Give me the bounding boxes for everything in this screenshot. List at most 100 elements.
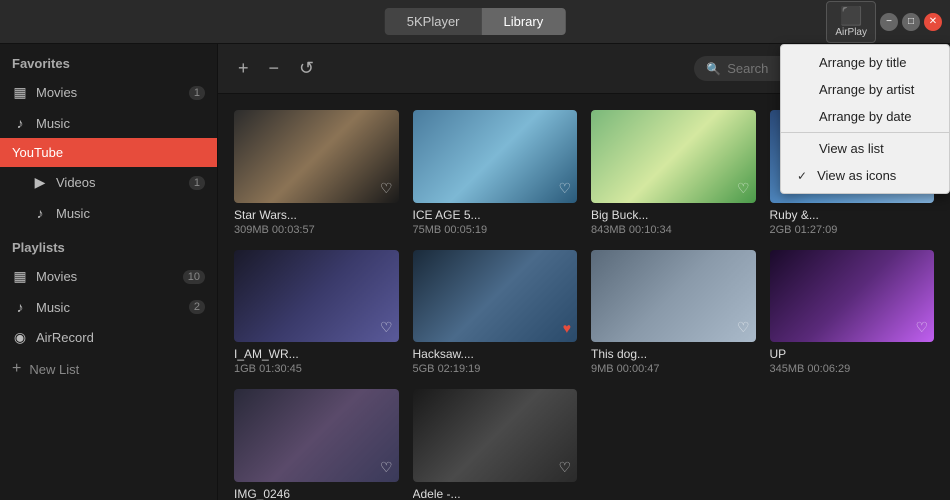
media-card-starwars[interactable]: ♡ Star Wars... 309MB 00:03:57: [234, 110, 399, 236]
plus-icon: +: [12, 360, 21, 378]
media-meta: 9MB 00:00:47: [591, 363, 756, 375]
dropdown-item-arrange-date[interactable]: Arrange by date: [781, 103, 949, 130]
media-thumb: ♡: [234, 110, 399, 203]
media-thumb: ♡: [770, 250, 935, 343]
media-title: I_AM_WR...: [234, 347, 399, 361]
media-thumb: ♡: [591, 110, 756, 203]
sidebar-item-label: Movies: [36, 85, 181, 100]
sidebar-item-label: YouTube: [12, 145, 205, 160]
sidebar-item-youtube[interactable]: YouTube: [0, 138, 217, 167]
media-meta: 75MB 00:05:19: [413, 224, 578, 236]
heart-button[interactable]: ♡: [558, 180, 571, 197]
movies-pl-icon: ▦: [12, 268, 28, 285]
dropdown-item-view-icons[interactable]: View as icons: [781, 162, 949, 189]
videos-count: 1: [189, 176, 205, 190]
media-thumb: ♡: [234, 389, 399, 482]
videos-icon: ▶: [32, 174, 48, 191]
dropdown-item-view-list[interactable]: View as list: [781, 135, 949, 162]
dropdown-divider: [781, 132, 949, 133]
sidebar-item-label: Music: [36, 116, 205, 131]
media-title: IMG_0246: [234, 487, 399, 500]
media-card-transgate[interactable]: ♡ I_AM_WR... 1GB 01:30:45: [234, 250, 399, 376]
remove-button[interactable]: −: [265, 54, 284, 83]
titlebar-tabs: 5KPlayer Library: [385, 8, 566, 35]
sidebar: Favorites ▦ Movies 1 ♪ Music YouTube ▶ V…: [0, 44, 218, 500]
sidebar-item-movies-fav[interactable]: ▦ Movies 1: [0, 77, 217, 108]
heart-button[interactable]: ♥: [563, 320, 571, 336]
media-meta: 309MB 00:03:57: [234, 224, 399, 236]
heart-button[interactable]: ♡: [380, 180, 393, 197]
sidebar-item-label: Videos: [56, 175, 181, 190]
tab-library[interactable]: Library: [482, 8, 566, 35]
titlebar: 5KPlayer Library ⬛ AirPlay − □ ✕: [0, 0, 950, 44]
new-list-button[interactable]: + New List: [0, 353, 217, 385]
sidebar-item-label: Music: [56, 206, 205, 221]
media-meta: 843MB 00:10:34: [591, 224, 756, 236]
music-yt-icon: ♪: [32, 205, 48, 221]
sidebar-item-music-yt[interactable]: ♪ Music: [20, 198, 217, 228]
playlists-section-title: Playlists: [0, 228, 217, 261]
media-title: UP: [770, 347, 935, 361]
media-title: Hacksaw....: [413, 347, 578, 361]
music-pl-icon: ♪: [12, 299, 28, 315]
media-card-adele[interactable]: ♡ Adele -... 58MB 00:06:06: [413, 389, 578, 500]
movies-icon: ▦: [12, 84, 28, 101]
media-thumb: ♡: [413, 110, 578, 203]
dropdown-item-arrange-title[interactable]: Arrange by title: [781, 49, 949, 76]
media-thumb: ♥: [413, 250, 578, 343]
heart-button[interactable]: ♡: [380, 459, 393, 476]
media-title: Ruby &...: [770, 208, 935, 222]
search-icon: 🔍: [706, 62, 721, 76]
movies-pl-count: 10: [183, 270, 205, 284]
sidebar-item-movies-pl[interactable]: ▦ Movies 10: [0, 261, 217, 292]
dropdown-menu: Arrange by titleArrange by artistArrange…: [780, 44, 950, 194]
titlebar-controls: ⬛ AirPlay − □ ✕: [826, 1, 942, 43]
restore-button[interactable]: □: [902, 13, 920, 31]
sidebar-item-music-fav[interactable]: ♪ Music: [0, 108, 217, 138]
media-title: Star Wars...: [234, 208, 399, 222]
airrecord-icon: ◉: [12, 329, 28, 346]
heart-button[interactable]: ♡: [915, 319, 928, 336]
add-button[interactable]: +: [234, 54, 253, 83]
sidebar-item-label: Movies: [36, 269, 175, 284]
media-title: Adele -...: [413, 487, 578, 500]
sidebar-item-airrecord[interactable]: ◉ AirRecord: [0, 322, 217, 353]
media-title: ICE AGE 5...: [413, 208, 578, 222]
media-thumb: ♡: [234, 250, 399, 343]
media-card-bigbuck[interactable]: ♡ Big Buck... 843MB 00:10:34: [591, 110, 756, 236]
music-icon: ♪: [12, 115, 28, 131]
movies-count: 1: [189, 86, 205, 100]
media-card-img0246[interactable]: ♡ IMG_0246 12MB 00:00:09: [234, 389, 399, 500]
media-meta: 5GB 02:19:19: [413, 363, 578, 375]
media-card-up[interactable]: ♡ UP 345MB 00:06:29: [770, 250, 935, 376]
music-pl-count: 2: [189, 300, 205, 314]
close-button[interactable]: ✕: [924, 13, 942, 31]
heart-button[interactable]: ♡: [737, 180, 750, 197]
media-meta: 1GB 01:30:45: [234, 363, 399, 375]
media-meta: 2GB 01:27:09: [770, 224, 935, 236]
media-card-thisdog[interactable]: ♡ This dog... 9MB 00:00:47: [591, 250, 756, 376]
sidebar-item-music-pl[interactable]: ♪ Music 2: [0, 292, 217, 322]
heart-button[interactable]: ♡: [737, 319, 750, 336]
sidebar-item-label: AirRecord: [36, 330, 205, 345]
media-thumb: ♡: [413, 389, 578, 482]
favorites-section-title: Favorites: [0, 44, 217, 77]
airplay-icon: ⬛: [840, 6, 862, 27]
tab-5kplayer[interactable]: 5KPlayer: [385, 8, 482, 35]
heart-button[interactable]: ♡: [380, 319, 393, 336]
media-title: Big Buck...: [591, 208, 756, 222]
sidebar-item-videos[interactable]: ▶ Videos 1: [20, 167, 217, 198]
heart-button[interactable]: ♡: [558, 459, 571, 476]
media-card-iceage[interactable]: ♡ ICE AGE 5... 75MB 00:05:19: [413, 110, 578, 236]
airplay-label: AirPlay: [835, 27, 867, 38]
media-meta: 345MB 00:06:29: [770, 363, 935, 375]
minimize-button[interactable]: −: [880, 13, 898, 31]
dropdown-item-arrange-artist[interactable]: Arrange by artist: [781, 76, 949, 103]
airplay-button[interactable]: ⬛ AirPlay: [826, 1, 876, 43]
media-thumb: ♡: [591, 250, 756, 343]
new-list-label: New List: [29, 362, 79, 377]
refresh-button[interactable]: ↺: [295, 54, 318, 83]
media-title: This dog...: [591, 347, 756, 361]
sidebar-item-label: Music: [36, 300, 181, 315]
media-card-hacksaw[interactable]: ♥ Hacksaw.... 5GB 02:19:19: [413, 250, 578, 376]
